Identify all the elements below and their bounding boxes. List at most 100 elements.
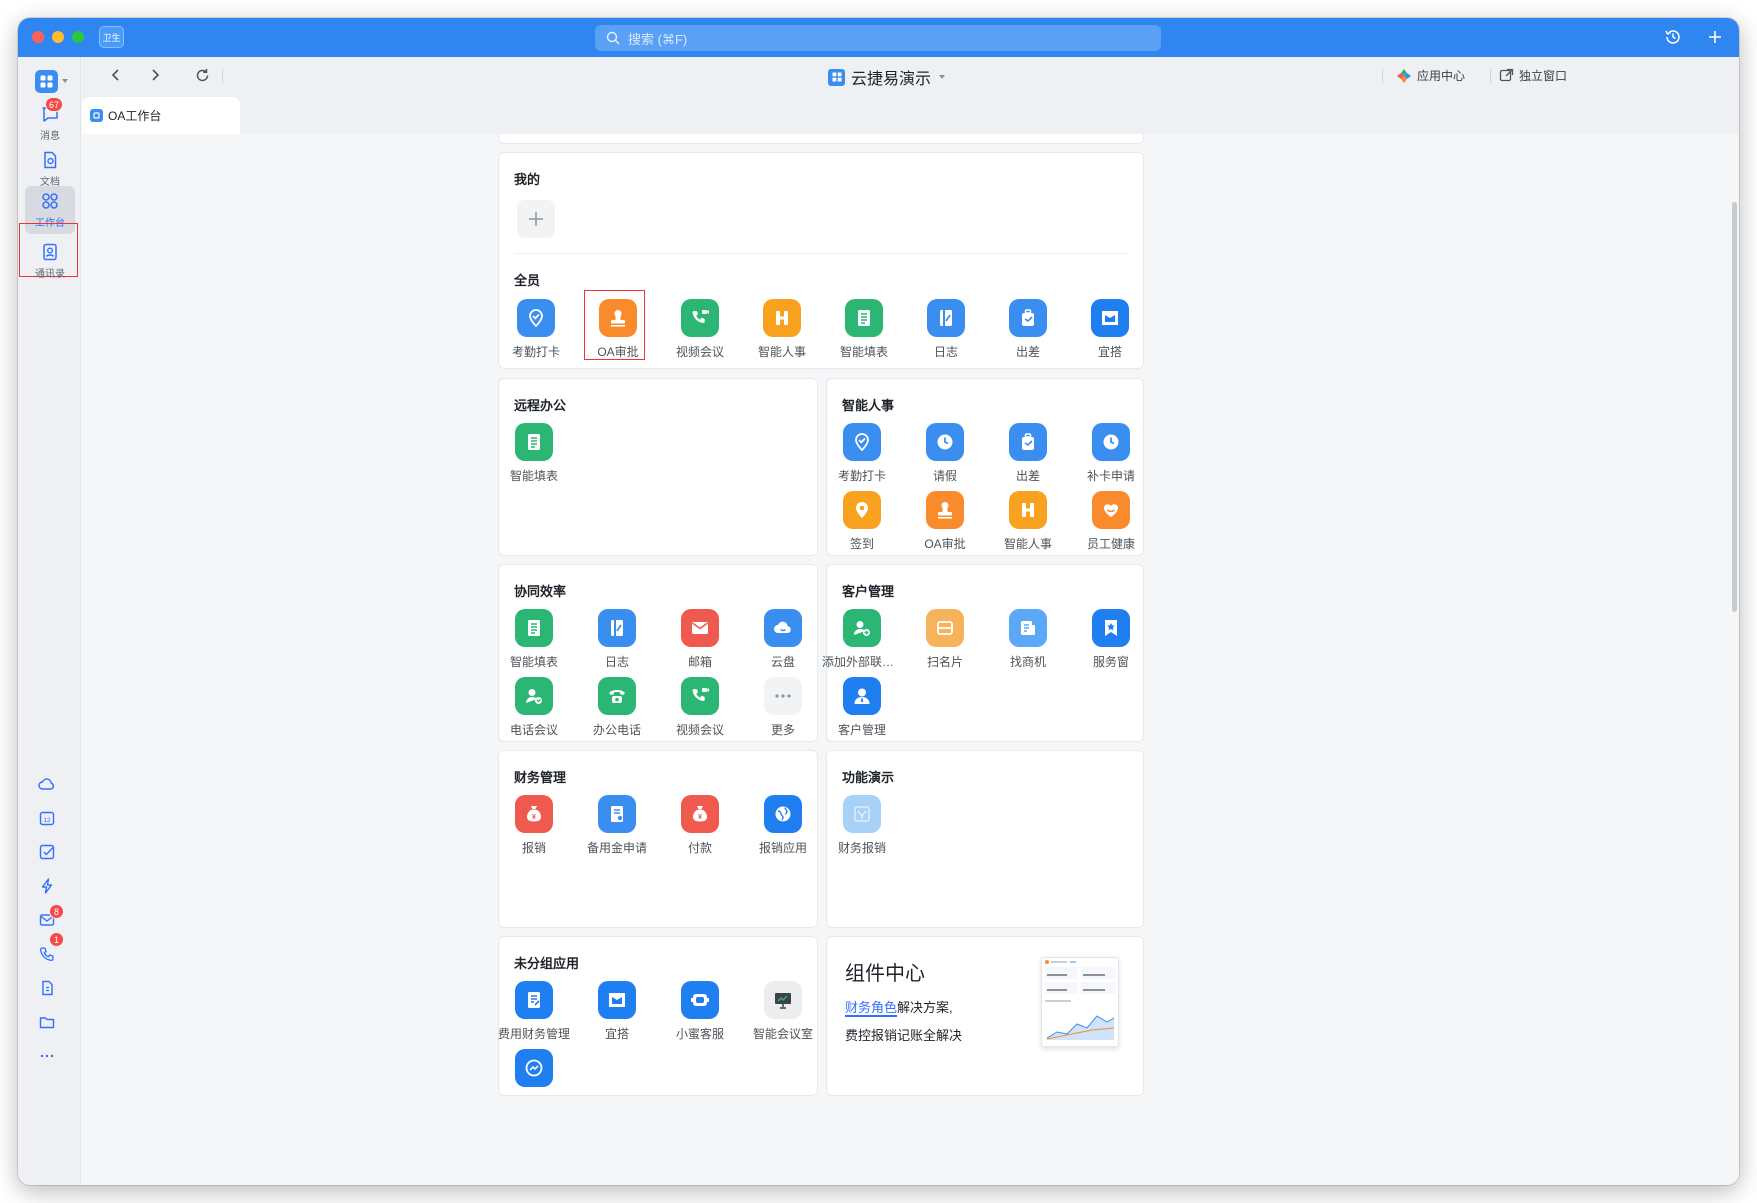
- new-tab-icon[interactable]: [1705, 27, 1725, 47]
- yida-icon: [1091, 299, 1129, 337]
- app-makeup-clock[interactable]: 补卡申请: [1071, 423, 1151, 487]
- app-smart-form[interactable]: 智能填表: [494, 423, 574, 487]
- app-customer-service[interactable]: 小蜜客服: [660, 981, 740, 1045]
- unread-badge: 67: [45, 97, 64, 112]
- money-bag-icon: ¥: [681, 795, 719, 833]
- phone-icon[interactable]: [37, 944, 57, 964]
- tab-label: OA工作台: [108, 109, 162, 123]
- app-video-meeting[interactable]: 视频会议: [660, 677, 740, 741]
- app-label: 日志: [933, 345, 958, 359]
- app-reimbursement[interactable]: ¥ 报销: [494, 795, 574, 859]
- app-finance-reimbursement[interactable]: 财务报销: [822, 795, 902, 859]
- app-smart-form[interactable]: 智能填表: [824, 299, 904, 363]
- app-video-meeting[interactable]: 视频会议: [660, 299, 740, 363]
- back-button[interactable]: [107, 66, 125, 84]
- check-icon[interactable]: [37, 842, 57, 862]
- app-log[interactable]: 日志: [577, 609, 657, 673]
- analytics-icon: [515, 1049, 553, 1087]
- app-center-button[interactable]: 应用中心: [1396, 67, 1465, 84]
- tab-strip: OA工作台: [82, 94, 1739, 134]
- zoom-window-button[interactable]: [72, 31, 84, 43]
- app-analytics[interactable]: [494, 1049, 574, 1113]
- close-window-button[interactable]: [32, 31, 44, 43]
- app-petty-cash[interactable]: 备用金申请: [577, 795, 657, 859]
- app-smart-form[interactable]: 智能填表: [494, 609, 574, 673]
- app-yida[interactable]: 宜搭: [577, 981, 657, 1045]
- app-label: 扫名片: [926, 655, 963, 669]
- app-attendance[interactable]: 考勤打卡: [822, 423, 902, 487]
- app-business-trip[interactable]: 出差: [988, 423, 1068, 487]
- section-title-hr: 智能人事: [842, 398, 895, 413]
- app-label: 智能人事: [1003, 537, 1052, 551]
- app-phone-conference[interactable]: 电话会议: [494, 677, 574, 741]
- app-leave[interactable]: 请假: [905, 423, 985, 487]
- doc-icon[interactable]: [37, 978, 57, 998]
- app-grid-icon[interactable]: [35, 70, 58, 93]
- app-smart-meeting-room[interactable]: 智能会议室: [743, 981, 823, 1045]
- divider: [1490, 69, 1491, 83]
- smart-hr-icon: [763, 299, 801, 337]
- card-crm: 客户管理 添加外部联系人 扫名片 找商机 服务窗 客户管理: [822, 564, 1144, 742]
- more-icon[interactable]: [37, 1046, 57, 1066]
- open-window-button[interactable]: 独立窗口: [1499, 67, 1567, 84]
- chevron-down-icon: [939, 75, 946, 79]
- app-label: 出差: [1015, 345, 1040, 359]
- app-attendance[interactable]: 考勤打卡: [496, 299, 576, 363]
- app-expense-management[interactable]: 费用财务管理: [494, 981, 574, 1045]
- smart-form-icon: [845, 299, 883, 337]
- app-customer-management[interactable]: 客户管理: [822, 677, 902, 741]
- app-opportunity[interactable]: 找商机: [988, 609, 1068, 673]
- heart-icon: [1092, 491, 1130, 529]
- clock-icon: [926, 423, 964, 461]
- scrollbar[interactable]: [1732, 202, 1737, 612]
- yida-icon: [598, 981, 636, 1019]
- widget-highlight[interactable]: 财务角色: [845, 1000, 898, 1017]
- app-smart-hr[interactable]: 智能人事: [742, 299, 822, 363]
- finance-demo-icon: [843, 795, 881, 833]
- tab-oa-workbench[interactable]: OA工作台: [82, 97, 240, 134]
- oa-approval-highlight: [584, 290, 645, 360]
- app-smart-hr[interactable]: 智能人事: [988, 491, 1068, 555]
- attendance-icon: [517, 299, 555, 337]
- forward-button[interactable]: [146, 66, 164, 84]
- app-yida[interactable]: 宜搭: [1070, 299, 1150, 363]
- card-collaboration: 协同效率 智能填表 日志 邮箱 云盘 电话会议 办公电话 视频会议 更多: [498, 564, 818, 742]
- cloud-icon[interactable]: [37, 774, 57, 794]
- app-office-phone[interactable]: 办公电话: [577, 677, 657, 741]
- app-label: 服务窗: [1092, 655, 1129, 669]
- app-label: 电话会议: [509, 723, 558, 737]
- app-oa-approval[interactable]: OA审批: [905, 491, 985, 555]
- app-cloud-drive[interactable]: 云盘: [743, 609, 823, 673]
- app-more[interactable]: 更多: [743, 677, 823, 741]
- calendar-icon[interactable]: 12: [37, 808, 57, 828]
- card-remote-office: 远程办公 智能填表: [498, 378, 818, 556]
- app-label: 智能人事: [757, 345, 806, 359]
- app-employee-health[interactable]: 员工健康: [1071, 491, 1151, 555]
- app-log[interactable]: 日志: [906, 299, 986, 363]
- oa-tab-icon: [90, 109, 103, 122]
- app-business-trip[interactable]: 出差: [988, 299, 1068, 363]
- workspace-avatar[interactable]: 卫生: [99, 26, 124, 48]
- app-service-window[interactable]: 服务窗: [1071, 609, 1151, 673]
- app-label: 视频会议: [675, 723, 724, 737]
- app-payment[interactable]: ¥ 付款: [660, 795, 740, 859]
- app-mailbox[interactable]: 邮箱: [660, 609, 740, 673]
- minimize-window-button[interactable]: [52, 31, 64, 43]
- app-scan-card[interactable]: 扫名片: [905, 609, 985, 673]
- flash-icon[interactable]: [37, 876, 57, 896]
- folder-icon[interactable]: [37, 1012, 57, 1032]
- card-ungrouped: 未分组应用 费用财务管理 宜搭 小蜜客服 智能会议室: [498, 936, 818, 1096]
- refresh-button[interactable]: [193, 66, 211, 84]
- card-widget-center[interactable]: 组件中心 财务角色解决方案, 费控报销记账全解决: [826, 936, 1144, 1096]
- smart-form-icon: [515, 609, 553, 647]
- history-icon[interactable]: [1663, 27, 1683, 47]
- org-switcher[interactable]: 云捷易演示: [828, 65, 946, 89]
- section-title-crm: 客户管理: [842, 584, 895, 599]
- app-add-external-contact[interactable]: 添加外部联系人: [822, 609, 902, 673]
- add-app-button[interactable]: [517, 200, 555, 238]
- search-input[interactable]: 搜索 (⌘F): [595, 25, 1161, 51]
- app-reimbursement-app[interactable]: 报销应用: [743, 795, 823, 859]
- rail-item-contacts[interactable]: 通讯录: [25, 237, 75, 285]
- app-check-in[interactable]: 签到: [822, 491, 902, 555]
- chevron-down-icon[interactable]: [62, 79, 68, 83]
